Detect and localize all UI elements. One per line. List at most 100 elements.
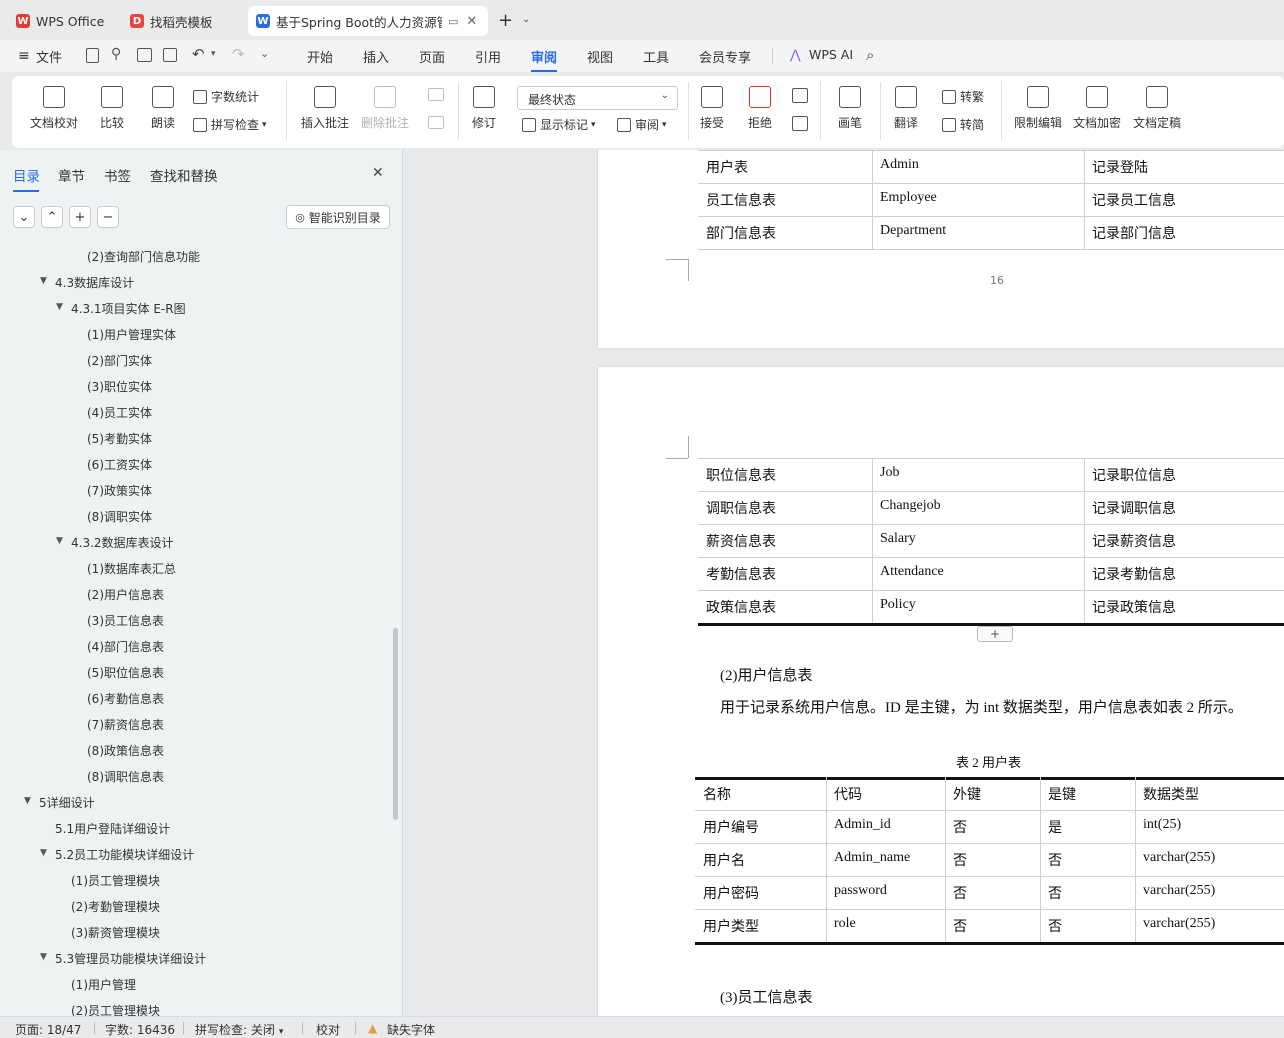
encrypt-button[interactable]: 文档加密 — [1073, 86, 1121, 131]
revision-status-select[interactable]: 最终状态 ⌄ — [517, 86, 678, 110]
toc-item[interactable]: (5)职位信息表 — [87, 664, 164, 681]
toc-item[interactable]: 4.3.2数据库表设计 — [71, 534, 174, 551]
collapse-arrow-icon[interactable]: ▼ — [56, 536, 63, 546]
restrict-edit-button[interactable]: 限制编辑 — [1014, 86, 1062, 131]
toc-item[interactable]: (1)数据库表汇总 — [87, 560, 176, 577]
toc-item[interactable]: (5)考勤实体 — [87, 430, 152, 447]
toc-item[interactable]: (3)职位实体 — [87, 378, 152, 395]
menu-wps-ai[interactable]: WPS AI — [809, 47, 853, 62]
hamburger-menu-icon[interactable]: ≡ — [18, 48, 30, 64]
collapse-up-button[interactable]: ⌃ — [41, 206, 63, 228]
menu-file[interactable]: 文件 — [36, 47, 62, 66]
reject-button[interactable]: 拒绝 — [748, 86, 772, 131]
insert-comment-button[interactable]: 插入批注 — [301, 86, 349, 131]
tab-bookmarks[interactable]: 书签 — [104, 165, 131, 185]
toc-item[interactable]: (2)部门实体 — [87, 352, 152, 369]
smart-recognize-toc-button[interactable]: ◎ 智能识别目录 — [286, 205, 390, 229]
collapse-arrow-icon[interactable]: ▼ — [24, 796, 31, 806]
add-heading-button[interactable]: + — [69, 206, 91, 228]
toc-item[interactable]: (6)考勤信息表 — [87, 690, 164, 707]
toc-item[interactable]: (7)政策实体 — [87, 482, 152, 499]
compare-button[interactable]: 比较 — [100, 86, 124, 131]
collapse-arrow-icon[interactable]: ▼ — [56, 302, 63, 312]
word-count-button[interactable]: 字数统计 — [193, 88, 259, 105]
save-icon[interactable] — [86, 48, 99, 63]
redo-icon[interactable]: ↷ — [232, 45, 245, 63]
review-pane-button[interactable]: 审阅 ▾ — [617, 116, 667, 133]
proofread-status[interactable]: 校对 — [316, 1021, 340, 1038]
monitor-icon[interactable]: ▭ — [448, 15, 458, 28]
print-icon[interactable] — [137, 48, 152, 62]
menu-tools[interactable]: 工具 — [643, 47, 669, 66]
toc-item[interactable]: (3)员工信息表 — [87, 612, 164, 629]
remove-heading-button[interactable]: − — [97, 206, 119, 228]
spell-check-button[interactable]: 拼写检查 ▾ — [193, 116, 267, 133]
toc-item[interactable]: (1)员工管理模块 — [71, 872, 160, 889]
close-pane-icon[interactable]: ✕ — [372, 165, 384, 181]
toc-item[interactable]: 4.3数据库设计 — [55, 274, 134, 291]
wps-ai-icon[interactable]: ⋀ — [790, 48, 801, 63]
quick-access-more-icon[interactable]: ⌄ — [260, 47, 269, 60]
toc-item[interactable]: (4)员工实体 — [87, 404, 152, 421]
collapse-arrow-icon[interactable]: ▼ — [40, 848, 47, 858]
toc-item[interactable]: 5.3管理员功能模块详细设计 — [55, 950, 206, 967]
next-comment-icon[interactable] — [428, 116, 444, 129]
menu-references[interactable]: 引用 — [475, 47, 501, 66]
previous-revision-icon[interactable] — [792, 88, 808, 103]
toc-item[interactable]: (3)薪资管理模块 — [71, 924, 160, 941]
search-icon[interactable]: ⌕ — [866, 46, 874, 64]
expand-down-button[interactable]: ⌄ — [13, 206, 35, 228]
toc-item[interactable]: (2)用户信息表 — [87, 586, 164, 603]
toc-item[interactable]: (8)调职实体 — [87, 508, 152, 525]
tab-current-document[interactable]: W 基于Spring Boot的人力资源管 ▭ ✕ — [248, 6, 488, 36]
toc-item[interactable]: (1)用户管理实体 — [87, 326, 176, 343]
toc-item[interactable]: (6)工资实体 — [87, 456, 152, 473]
toc-item[interactable]: (1)用户管理 — [71, 976, 136, 993]
translate-button[interactable]: 翻译 — [894, 86, 918, 131]
previous-comment-icon[interactable] — [428, 88, 444, 101]
word-count-indicator[interactable]: 字数: 16436 — [105, 1021, 175, 1038]
menu-view[interactable]: 视图 — [587, 47, 613, 66]
to-simplified-button[interactable]: 转简 — [942, 116, 984, 133]
menu-home[interactable]: 开始 — [307, 47, 333, 66]
share-icon[interactable]: ⚲ — [111, 46, 121, 62]
add-row-plus-icon[interactable]: + — [977, 626, 1013, 642]
read-aloud-button[interactable]: 朗读 — [151, 86, 175, 131]
toc-item[interactable]: 5详细设计 — [39, 794, 95, 811]
proofread-button[interactable]: 文档校对 — [30, 86, 78, 131]
toc-item[interactable]: 5.1用户登陆详细设计 — [55, 820, 170, 837]
close-tab-icon[interactable]: ✕ — [466, 14, 477, 29]
page-indicator[interactable]: 页面: 18/47 — [15, 1021, 81, 1038]
collapse-arrow-icon[interactable]: ▼ — [40, 952, 47, 962]
collapse-arrow-icon[interactable]: ▼ — [40, 276, 47, 286]
spell-check-status[interactable]: 拼写检查: 关闭 ▾ — [195, 1021, 283, 1038]
delete-comment-button[interactable]: 删除批注 — [361, 86, 409, 131]
missing-font-status[interactable]: 缺失字体 — [387, 1021, 435, 1038]
undo-dropdown-icon[interactable]: ▾ — [211, 49, 216, 59]
tab-find-replace[interactable]: 查找和替换 — [150, 165, 218, 185]
tab-toc[interactable]: 目录 — [13, 165, 40, 192]
tab-list-chevron-icon[interactable]: ⌄ — [522, 14, 530, 25]
print-preview-icon[interactable] — [163, 48, 177, 62]
tab-wps-office[interactable]: W WPS Office — [8, 6, 116, 36]
menu-member[interactable]: 会员专享 — [699, 47, 751, 66]
pen-button[interactable]: 画笔 — [838, 86, 862, 131]
toc-item[interactable]: 5.2员工功能模块详细设计 — [55, 846, 194, 863]
undo-icon[interactable]: ↶ — [192, 45, 205, 63]
toc-item[interactable]: (8)调职信息表 — [87, 768, 164, 785]
tab-docer-templates[interactable]: D 找稻壳模板 — [122, 6, 242, 36]
finalize-button[interactable]: 文档定稿 — [1133, 86, 1181, 131]
tab-chapters[interactable]: 章节 — [58, 165, 85, 185]
toc-item[interactable]: (8)政策信息表 — [87, 742, 164, 759]
menu-page[interactable]: 页面 — [419, 47, 445, 66]
new-tab-plus-icon[interactable]: + — [498, 10, 513, 31]
toc-item[interactable]: (7)薪资信息表 — [87, 716, 164, 733]
toc-item[interactable]: (2)查询部门信息功能 — [87, 248, 200, 265]
menu-insert[interactable]: 插入 — [363, 47, 389, 66]
toc-item[interactable]: (4)部门信息表 — [87, 638, 164, 655]
menu-review[interactable]: 审阅 — [531, 47, 558, 72]
pane-scrollbar[interactable] — [393, 628, 398, 820]
next-revision-icon[interactable] — [792, 116, 808, 131]
toc-item[interactable]: (2)考勤管理模块 — [71, 898, 160, 915]
accept-button[interactable]: 接受 — [700, 86, 724, 131]
